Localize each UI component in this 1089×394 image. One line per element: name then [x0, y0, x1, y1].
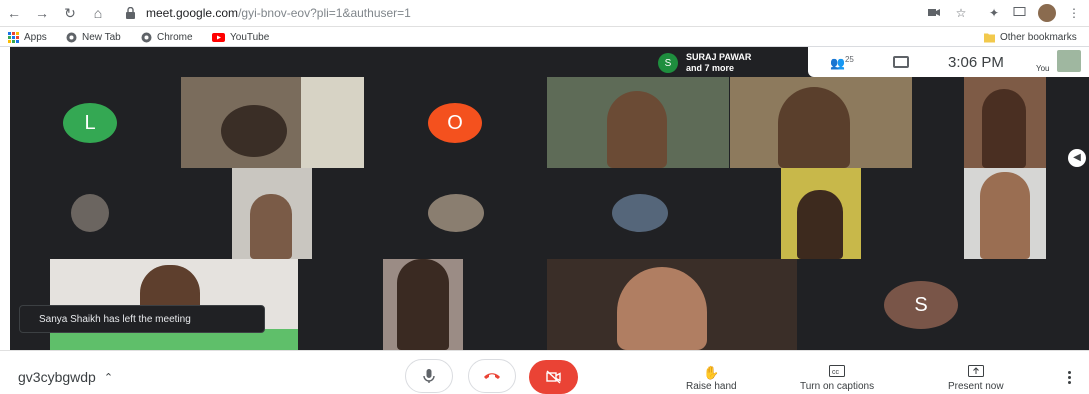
extensions-icon[interactable]: ✦	[986, 5, 1002, 21]
captions-icon: cc	[829, 365, 846, 381]
meeting-grid: S SURAJ PAWAR and 7 more 👥25 3:06 PM You…	[10, 47, 1089, 350]
participant-video-tile	[547, 259, 797, 350]
participant-initial-avatar: L	[63, 103, 117, 143]
meeting-info-panel: 👥25 3:06 PM You	[808, 47, 1089, 77]
cast-icon[interactable]	[1011, 5, 1027, 21]
participant-avatar-photo	[428, 194, 484, 232]
people-button[interactable]: 👥25	[830, 55, 854, 70]
hand-icon: ✋	[703, 365, 720, 380]
participant-video-tile	[181, 77, 364, 168]
participant-tile: S	[798, 259, 1046, 350]
participant-silhouette	[607, 91, 667, 168]
video-background	[301, 77, 364, 168]
participant-video-tile	[964, 77, 1046, 168]
lock-icon	[126, 7, 135, 19]
address-bar[interactable]: meet.google.com/gyi-bnov-eov?pli=1&authu…	[116, 4, 916, 23]
notification-toast: Sanya Shaikh has left the meeting	[19, 305, 265, 333]
participant-video-tile	[232, 168, 312, 259]
participant-silhouette	[617, 267, 707, 350]
back-arrow-icon[interactable]: ←	[6, 5, 22, 21]
people-icon: 👥	[830, 56, 845, 70]
svg-text:cc: cc	[832, 369, 840, 376]
participant-initial-avatar: S	[884, 281, 958, 329]
other-bookmarks-label: Other bookmarks	[1000, 31, 1077, 43]
participant-silhouette	[982, 89, 1026, 168]
participant-video-tile	[383, 259, 463, 350]
meeting-code: gv3cybgwdp	[18, 369, 96, 385]
participant-silhouette	[778, 87, 850, 168]
chrome-icon	[141, 32, 152, 42]
url-text: meet.google.com/gyi-bnov-eov?pli=1&authu…	[146, 6, 411, 20]
camera-off-icon	[545, 370, 561, 384]
raise-hand-label: Raise hand	[686, 381, 737, 392]
participant-more: and 7 more	[686, 63, 735, 73]
participant-names: SURAJ PAWAR and 7 more	[686, 52, 751, 74]
participant-count: 25	[844, 55, 854, 64]
meeting-clock: 3:06 PM	[948, 54, 1004, 71]
participant-video-tile	[547, 77, 729, 168]
participant-tile: O	[375, 77, 545, 168]
hang-up-icon	[484, 373, 500, 379]
self-view-label: You	[1036, 64, 1050, 73]
participant-name: SURAJ PAWAR	[686, 52, 752, 62]
bookmark-new-tab[interactable]: New Tab	[66, 30, 121, 44]
youtube-icon	[212, 32, 225, 42]
chrome-menu-icon[interactable]: ⋮	[1066, 5, 1082, 21]
more-options-icon[interactable]	[1066, 371, 1072, 384]
chat-icon[interactable]	[893, 56, 909, 68]
participant-video-tile	[781, 168, 861, 259]
apps-grid-icon	[8, 31, 19, 43]
other-bookmarks[interactable]: Other bookmarks	[984, 30, 1077, 44]
microphone-icon	[423, 369, 435, 383]
bookmark-label: Chrome	[157, 31, 193, 43]
participant-silhouette	[397, 259, 449, 350]
participant-silhouette	[797, 190, 843, 259]
bookmark-label: Apps	[24, 31, 47, 43]
microphone-button[interactable]	[405, 359, 453, 393]
bookmarks-bar: Apps New Tab Chrome YouTube Other bookma…	[0, 27, 1089, 47]
bookmark-star-icon[interactable]: ☆	[953, 5, 969, 21]
self-view-thumbnail[interactable]	[1057, 50, 1081, 72]
present-icon	[967, 365, 984, 381]
participant-video-tile	[730, 77, 912, 168]
home-icon[interactable]: ⌂	[90, 5, 106, 21]
participants-chip[interactable]: S SURAJ PAWAR and 7 more	[656, 49, 796, 77]
participant-silhouette	[980, 172, 1030, 259]
bookmark-label: YouTube	[230, 31, 270, 43]
bookmark-apps[interactable]: Apps	[8, 30, 47, 44]
bookmark-chrome[interactable]: Chrome	[141, 30, 193, 44]
reload-icon[interactable]: ↻	[62, 5, 78, 21]
camera-toggle-button[interactable]	[529, 360, 578, 394]
captions-button[interactable]: cc Turn on captions	[800, 365, 874, 392]
participant-avatar-photo	[71, 194, 109, 232]
forward-arrow-icon[interactable]: →	[34, 5, 50, 21]
participant-avatar: S	[658, 53, 678, 73]
side-panel-button[interactable]: ◀	[1068, 149, 1086, 167]
chrome-icon	[66, 32, 77, 42]
leave-call-button[interactable]	[468, 359, 516, 393]
participant-initial-avatar: O	[428, 103, 482, 143]
bookmark-label: New Tab	[82, 31, 121, 43]
participant-silhouette	[250, 194, 292, 259]
camera-indicator-icon[interactable]	[926, 5, 942, 21]
meeting-controls-bar: gv3cybgwdp ⌃ ✋ Raise hand cc Turn on cap…	[0, 350, 1089, 394]
meeting-details-button[interactable]: gv3cybgwdp ⌃	[18, 369, 113, 385]
captions-label: Turn on captions	[800, 381, 875, 392]
folder-icon	[984, 33, 995, 42]
participant-tile: L	[10, 77, 180, 168]
raise-hand-button[interactable]: ✋ Raise hand	[686, 365, 737, 392]
chevron-up-icon: ⌃	[103, 371, 114, 384]
browser-toolbar: ← → ↻ ⌂ meet.google.com/gyi-bnov-eov?pli…	[0, 0, 1089, 27]
participant-silhouette	[221, 105, 287, 157]
participant-video-tile	[964, 168, 1046, 259]
present-label: Present now	[948, 381, 1004, 392]
participant-avatar-photo	[612, 194, 668, 232]
present-now-button[interactable]: Present now	[948, 365, 1004, 392]
profile-avatar[interactable]	[1038, 4, 1056, 22]
bookmark-youtube[interactable]: YouTube	[212, 30, 269, 44]
